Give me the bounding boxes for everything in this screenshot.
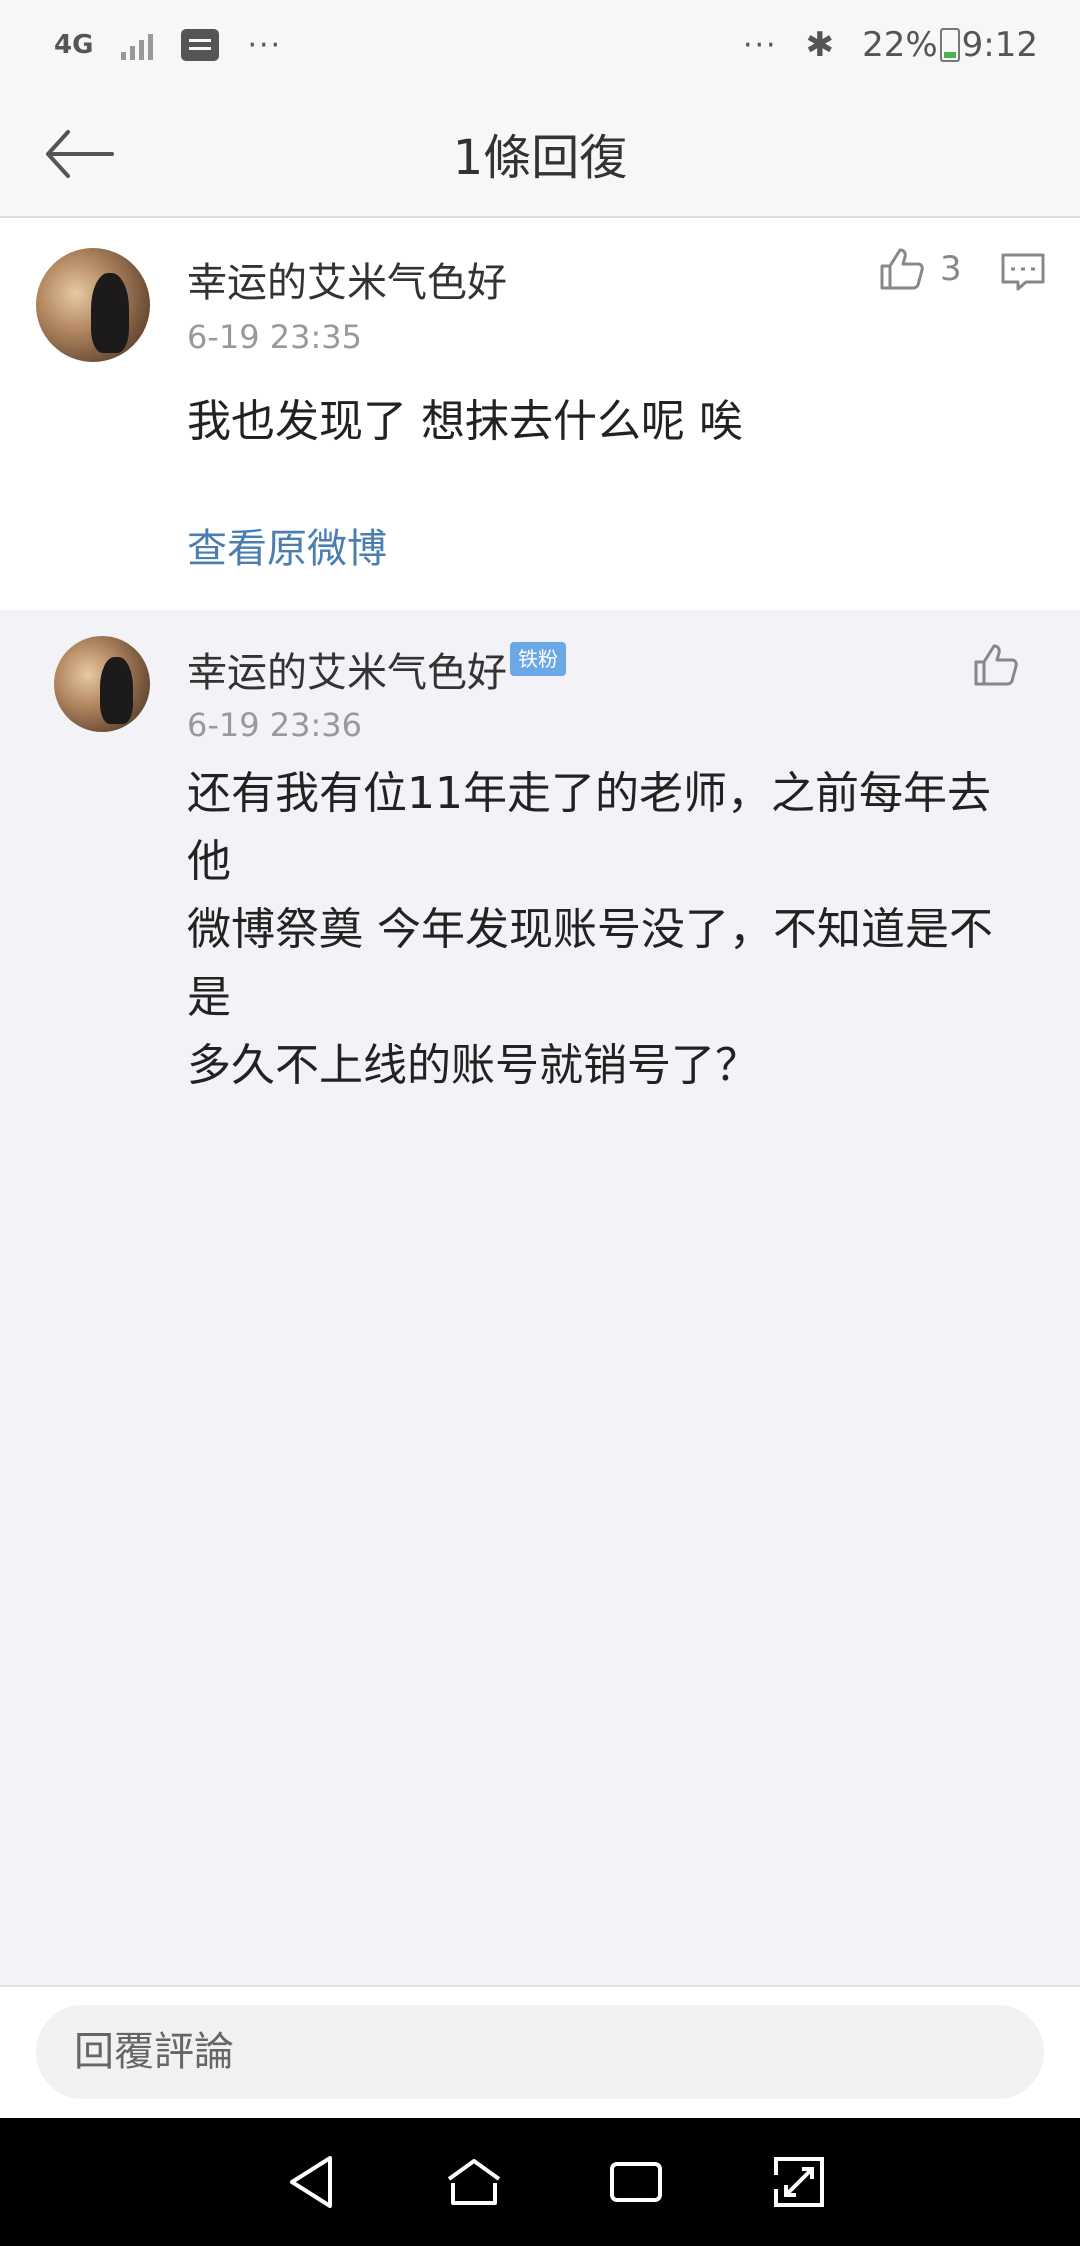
status-bar: 4G ··· ··· ✱ 22% 9:12 xyxy=(0,0,1080,90)
battery-status: 22% 9:12 xyxy=(862,25,1038,65)
reply-text-line: 多久不上线的账号就销号了？ xyxy=(187,1040,759,1091)
status-left: 4G ··· xyxy=(54,28,282,63)
reply-text-line: 微博祭奠 今年发现账号没了，不知道是不是 xyxy=(187,904,993,1023)
fan-badge: 铁粉 xyxy=(510,642,566,676)
thumbs-up-icon xyxy=(880,248,924,290)
reply-item: 幸运的艾米气色好 铁粉 6-19 23:36 还有我有位11年走了的老师，之前每… xyxy=(0,610,1080,1091)
avatar[interactable] xyxy=(54,636,150,732)
reply-button[interactable] xyxy=(1000,252,1046,296)
signal-icon xyxy=(121,30,154,60)
system-recents-button[interactable] xyxy=(601,2147,671,2217)
like-button[interactable] xyxy=(970,640,1020,690)
triangle-back-icon xyxy=(290,2156,333,2208)
reply-text: 还有我有位11年走了的老师，之前每年去他 微博祭奠 今年发现账号没了，不知道是不… xyxy=(187,760,1027,1100)
clock: 9:12 xyxy=(961,25,1038,65)
reply-comment-input[interactable]: 回覆評論 xyxy=(36,2005,1044,2099)
expand-icon xyxy=(773,2157,824,2207)
bluetooth-icon: ✱ xyxy=(805,25,835,65)
main-comment: 幸运的艾米气色好 6-19 23:35 我也发现了 想抹去什么呢 唉 查看原微博… xyxy=(0,218,1080,610)
like-button[interactable]: 3 xyxy=(876,244,962,294)
message-notification-icon xyxy=(181,29,220,61)
username[interactable]: 幸运的艾米气色好 xyxy=(187,250,507,308)
like-count: 3 xyxy=(940,249,962,289)
system-back-button[interactable] xyxy=(276,2147,346,2217)
battery-percent: 22% xyxy=(862,25,938,65)
system-expand-button[interactable] xyxy=(764,2147,834,2217)
system-nav-bar xyxy=(0,2118,1080,2246)
home-icon xyxy=(447,2159,500,2205)
view-original-link[interactable]: 查看原微博 xyxy=(187,516,387,574)
page-title: 1條回復 xyxy=(452,130,628,186)
status-right: ··· ✱ 22% 9:12 xyxy=(743,25,1038,65)
more-notifications-icon: ··· xyxy=(247,27,283,63)
comment-text: 我也发现了 想抹去什么呢 唉 xyxy=(187,396,743,447)
avatar[interactable] xyxy=(36,248,150,362)
username[interactable]: 幸运的艾米气色好 xyxy=(187,640,507,698)
timestamp: 6-19 23:35 xyxy=(187,318,363,356)
recents-icon xyxy=(610,2162,663,2202)
bottom-bar: 回覆評論 xyxy=(0,1985,1080,2118)
nav-bar: 1條回復 xyxy=(0,90,1080,218)
reply-text-line: 还有我有位11年走了的老师，之前每年去他 xyxy=(187,768,991,887)
battery-icon xyxy=(939,28,960,62)
timestamp: 6-19 23:36 xyxy=(187,706,363,744)
thumbs-up-icon xyxy=(974,644,1018,686)
system-home-button[interactable] xyxy=(439,2147,509,2217)
comment-icon xyxy=(1001,253,1045,291)
network-4g-icon: 4G xyxy=(54,30,94,60)
more-status-icon: ··· xyxy=(742,27,778,63)
